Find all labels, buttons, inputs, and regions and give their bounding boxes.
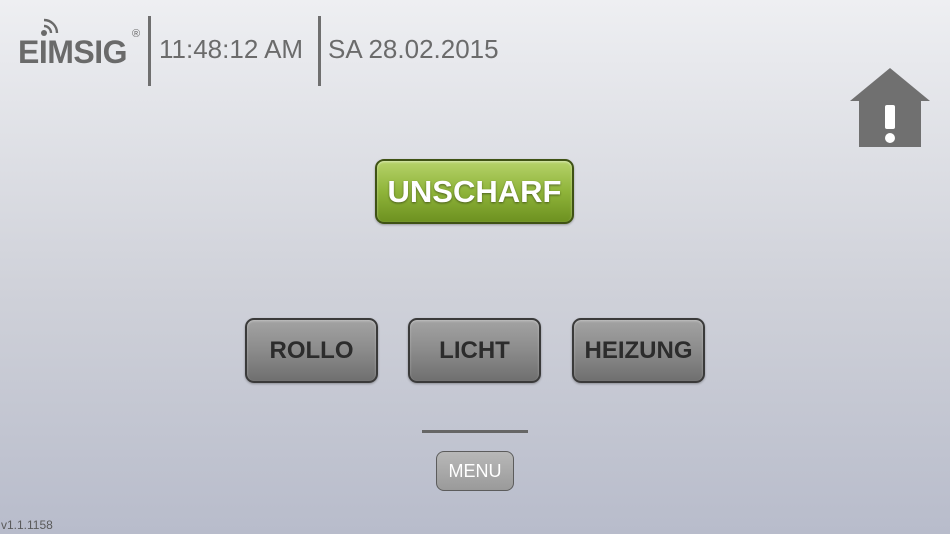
rollo-button[interactable]: ROLLO <box>245 318 378 383</box>
clock-time: 11:48:12 AM <box>159 34 304 64</box>
menu-button[interactable]: MENU <box>436 451 514 491</box>
registered-mark: ® <box>132 28 141 40</box>
home-alert-icon[interactable] <box>849 67 931 149</box>
logo-text: EIMSIG <box>18 34 128 70</box>
menu-divider <box>422 430 528 433</box>
clock-date: SA 28.02.2015 <box>328 34 499 64</box>
licht-button[interactable]: LICHT <box>408 318 541 383</box>
eimsig-logo: EIMSIG ® <box>16 14 146 70</box>
version-label: v1.1.1158 <box>1 518 53 532</box>
header-divider <box>148 16 151 86</box>
heizung-button[interactable]: HEIZUNG <box>572 318 705 383</box>
alarm-status-button[interactable]: UNSCHARF <box>375 159 574 224</box>
header-divider <box>318 16 321 86</box>
